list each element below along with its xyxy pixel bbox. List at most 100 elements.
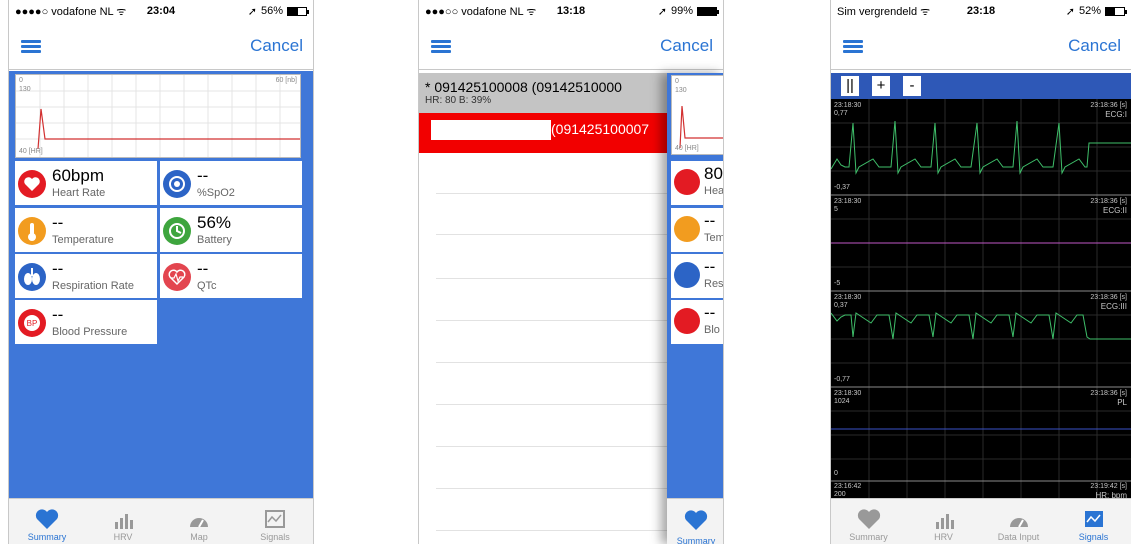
- menu-icon[interactable]: [843, 40, 863, 53]
- nav-bar: Cancel: [831, 22, 1131, 70]
- gauge-icon: [190, 518, 208, 528]
- list-separator: [436, 362, 669, 363]
- pl-end-time: 23:18:36 [s]: [1090, 390, 1127, 397]
- heart-rate-line: [37, 108, 300, 150]
- battery-percent: 56%: [260, 5, 283, 17]
- carrier-label: Sim vergrendeld ᯤ: [837, 5, 931, 18]
- tab-summary[interactable]: Summary: [9, 499, 85, 544]
- menu-icon[interactable]: [21, 40, 41, 53]
- battery-percent: 52%: [1078, 5, 1101, 17]
- signal-toolbar: || + -: [831, 73, 1131, 99]
- respiration-label: Respiration Rate: [52, 280, 134, 292]
- blood-pressure-tile[interactable]: BP -- Blood Pressure: [15, 300, 157, 344]
- heart-icon: [35, 509, 59, 529]
- spo2-tile[interactable]: -- %SpO2: [160, 161, 302, 205]
- status-bar: ●●●●○ vodafone NL ᯤ 23:04 ➚ 56%: [9, 0, 313, 22]
- ecg-iii-min: -0,77: [834, 376, 850, 383]
- pl-min: 0: [834, 470, 838, 477]
- ecg-i-max: 0,77: [834, 110, 848, 117]
- heart-rate-value: 60bpm: [52, 166, 104, 185]
- respiration-value: --: [52, 259, 64, 278]
- ecg-ii-min: -5: [834, 280, 841, 287]
- thermometer-icon: [18, 217, 46, 245]
- chart-x-min: 0: [19, 77, 23, 84]
- summary-panel-peek[interactable]: 0 130 40 [HR] 80 Hea -- Tem -- Res -- Bl…: [667, 73, 723, 544]
- chart-y-top: 130: [19, 86, 31, 93]
- ecg-iii-start-time: 23:18:30: [834, 294, 862, 301]
- pause-button[interactable]: ||: [841, 76, 859, 96]
- heart-icon: [674, 169, 700, 195]
- location-icon: ➚: [657, 5, 667, 18]
- tab-summary[interactable]: Summary: [831, 499, 906, 544]
- device-list-header-row[interactable]: * 091425100008 (09142510000 HR: 80 B: 39…: [419, 73, 669, 113]
- qtc-value: --: [197, 259, 209, 278]
- list-separator: [436, 404, 669, 405]
- status-bar: ●●●○○ vodafone NL ᯤ 13:18 ➚ 99%: [419, 0, 723, 22]
- signal-chart-icon: [265, 510, 285, 528]
- pl-start-time: 23:18:30: [834, 390, 862, 397]
- temperature-tile[interactable]: -- Temperature: [15, 208, 157, 252]
- phone-summary-screen: ●●●●○ vodafone NL ᯤ 23:04 ➚ 56% Cancel 0…: [8, 0, 314, 544]
- list-separator: [436, 234, 669, 235]
- battery-icon: [697, 6, 719, 16]
- tab-hrv[interactable]: HRV: [85, 499, 161, 544]
- zoom-in-button[interactable]: +: [872, 76, 890, 96]
- cancel-button[interactable]: Cancel: [250, 36, 303, 56]
- svg-text:BP: BP: [27, 319, 38, 328]
- list-separator: [436, 278, 669, 279]
- thermometer-icon: [674, 216, 700, 242]
- tab-map[interactable]: Map: [161, 499, 237, 544]
- ecg-ii-max: 5: [834, 206, 838, 213]
- signals-panel: 23:18:30 0,77 -0,37 23:18:36 [s] ECG:I 2…: [831, 99, 1131, 500]
- cancel-button[interactable]: Cancel: [660, 36, 713, 56]
- respiration-tile-peek: -- Res: [671, 254, 723, 298]
- tab-data-input[interactable]: Data Input: [981, 499, 1056, 544]
- device-name-input[interactable]: [431, 120, 551, 140]
- blood-pressure-label: Blood Pressure: [52, 326, 128, 338]
- list-separator: [436, 193, 669, 194]
- heart-icon: [857, 509, 880, 529]
- qtc-tile[interactable]: -- QTc: [160, 254, 302, 298]
- list-separator: [436, 488, 669, 489]
- heart-icon: [18, 170, 46, 198]
- device-row-selected[interactable]: (091425100007: [419, 113, 669, 153]
- battery-icon: [287, 6, 309, 16]
- tab-hrv[interactable]: HRV: [906, 499, 981, 544]
- respiration-tile[interactable]: -- Respiration Rate: [15, 254, 157, 298]
- zoom-out-button[interactable]: -: [903, 76, 921, 96]
- battery-value: 56%: [197, 213, 232, 232]
- cancel-button[interactable]: Cancel: [1068, 36, 1121, 56]
- hr-max: 200: [834, 491, 846, 498]
- phone-signals-screen: Sim vergrendeld ᯤ 23:18 ➚ 52% Cancel || …: [830, 0, 1131, 544]
- tab-summary-peek[interactable]: Summary: [667, 498, 723, 544]
- menu-icon[interactable]: [431, 40, 451, 53]
- chart-y-bottom: 40 [HR]: [19, 148, 43, 155]
- list-separator: [436, 530, 669, 531]
- pl-name: PL: [1117, 398, 1127, 407]
- battery-tile[interactable]: 56% Battery: [160, 208, 302, 252]
- temperature-tile-peek: -- Tem: [671, 208, 723, 252]
- clock: 23:18: [966, 5, 996, 17]
- battery-status-icon: [163, 217, 191, 245]
- heart-rate-label: Heart Rate: [52, 187, 106, 199]
- ecg-ii-end-time: 23:18:36 [s]: [1090, 198, 1127, 205]
- tab-signals[interactable]: Signals: [237, 499, 313, 544]
- battery-label: Battery: [197, 234, 232, 246]
- pl-max: 1024: [834, 398, 850, 405]
- device-subtitle: HR: 80 B: 39%: [425, 95, 492, 106]
- status-bar: Sim vergrendeld ᯤ 23:18 ➚ 52%: [831, 0, 1131, 22]
- spo2-value: --: [197, 166, 209, 185]
- nav-bar: Cancel: [9, 22, 313, 70]
- ecg-i-start-time: 23:18:30: [834, 102, 862, 109]
- blood-pressure-value: --: [52, 305, 64, 324]
- battery-icon: [1105, 6, 1127, 16]
- spo2-icon: [163, 170, 191, 198]
- ecg-iii-trace: [831, 312, 1131, 340]
- gauge-icon: [1009, 518, 1028, 528]
- ecg-i-end-time: 23:18:36 [s]: [1090, 102, 1127, 109]
- list-separator: [436, 320, 669, 321]
- tab-signals[interactable]: Signals: [1056, 499, 1131, 544]
- heart-rate-tile[interactable]: 60bpm Heart Rate: [15, 161, 157, 205]
- heart-icon: [684, 510, 708, 530]
- lungs-icon: [674, 262, 700, 288]
